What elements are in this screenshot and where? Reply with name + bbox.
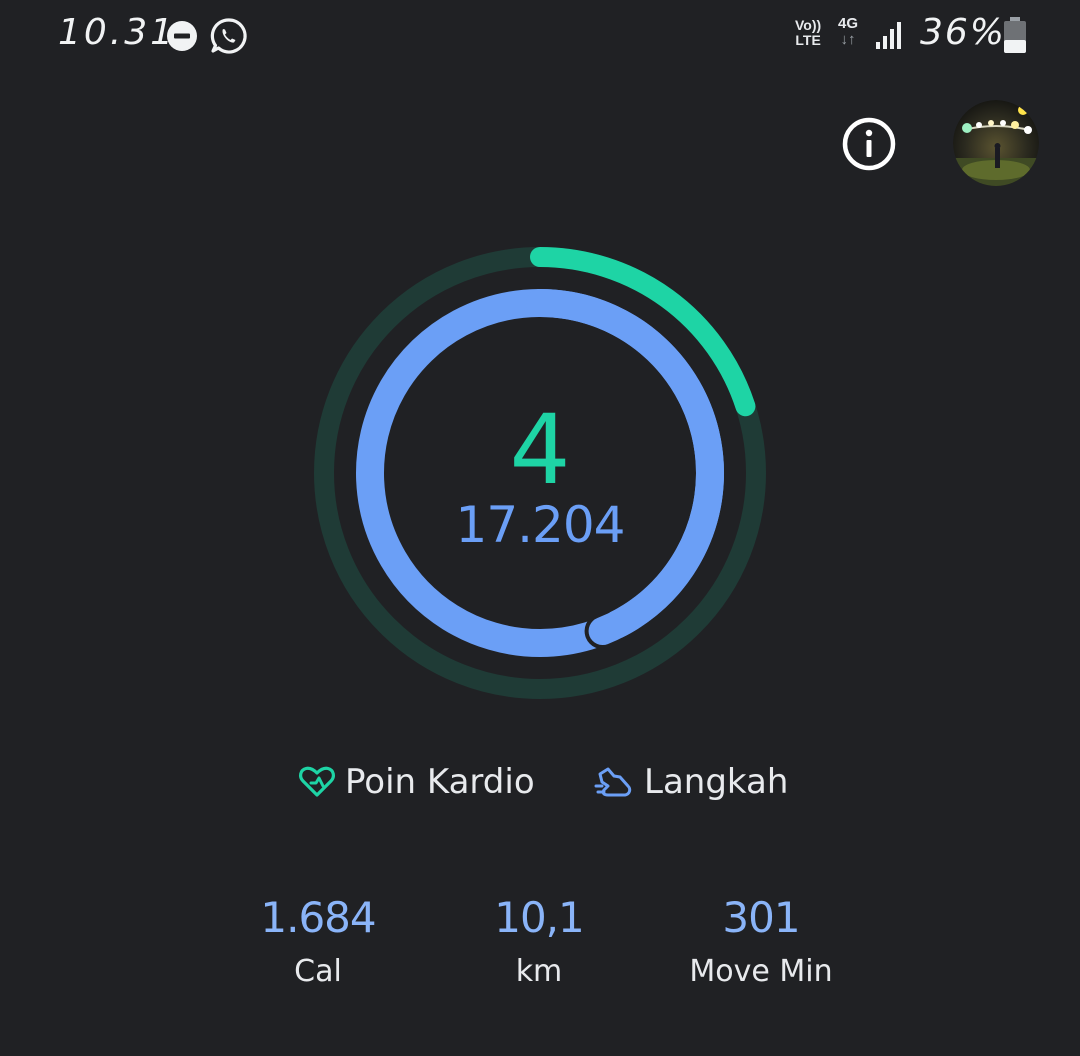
- metric-move-minutes-label: Move Min: [689, 954, 833, 989]
- network-type-indicator: 4G ↓↑: [838, 16, 858, 48]
- avatar-photo: [953, 100, 1039, 186]
- steps-value: 17.204: [455, 496, 626, 554]
- legend-steps-label: Langkah: [644, 762, 789, 802]
- info-icon: [842, 117, 896, 171]
- heart-points-icon: [299, 766, 335, 797]
- network-type-label: 4G: [838, 15, 859, 32]
- metric-distance[interactable]: 10,1 km: [419, 890, 659, 998]
- metric-distance-label: km: [515, 954, 563, 989]
- info-button[interactable]: [841, 116, 897, 172]
- signal-strength-icon: [876, 22, 901, 49]
- do-not-disturb-icon: [167, 21, 197, 51]
- metric-calories-value: 1.684: [260, 893, 376, 942]
- legend-steps[interactable]: Langkah: [594, 758, 788, 806]
- battery-icon: [1004, 17, 1026, 53]
- metric-move-minutes-value: 301: [722, 893, 800, 942]
- volte-indicator: Vo)) LTE: [795, 17, 822, 48]
- heart-points-value: 4: [509, 394, 571, 506]
- steps-icon: [594, 767, 632, 797]
- metric-move-minutes[interactable]: 301 Move Min: [641, 890, 881, 998]
- metric-distance-value: 10,1: [494, 893, 585, 942]
- metric-calories[interactable]: 1.684 Cal: [198, 890, 438, 998]
- battery-percent: 36%: [920, 12, 1007, 53]
- whatsapp-icon: [210, 18, 247, 54]
- legend-heart-points-label: Poin Kardio: [345, 762, 535, 802]
- legend-heart-points[interactable]: Poin Kardio: [297, 758, 535, 806]
- profile-avatar[interactable]: [953, 100, 1039, 186]
- data-activity-icon: ↓↑: [840, 31, 856, 48]
- metric-calories-label: Cal: [294, 954, 342, 989]
- status-time: 10.31: [58, 12, 177, 53]
